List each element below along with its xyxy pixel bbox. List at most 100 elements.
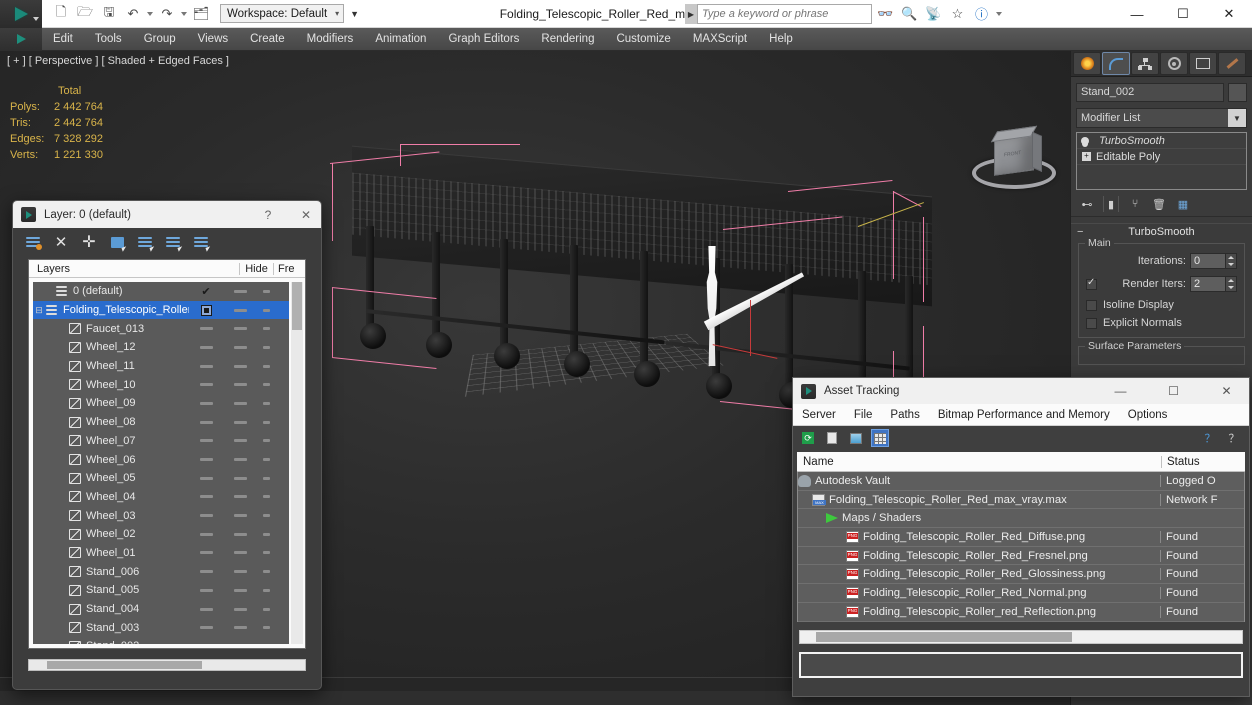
show-end-result-button[interactable]: ▮ <box>1103 196 1119 212</box>
lightbulb-icon[interactable] <box>1081 136 1089 145</box>
layer-row[interactable]: Stand_003 <box>33 618 289 637</box>
object-color-swatch[interactable] <box>1228 83 1247 102</box>
grid-view-button[interactable] <box>871 429 889 447</box>
layer-row[interactable]: Wheel_05 <box>33 469 289 488</box>
explicit-normals-checkbox[interactable] <box>1086 317 1097 329</box>
menu-create[interactable]: Create <box>239 28 296 51</box>
layer-hide-toggle[interactable] <box>189 514 223 518</box>
modifier-stack-item-turbosmooth[interactable]: TurboSmooth <box>1077 133 1246 149</box>
asset-row[interactable]: Folding_Telescopic_Roller_Red_Glossiness… <box>798 565 1244 585</box>
iterations-input[interactable] <box>1190 253 1226 269</box>
layer-hide-toggle[interactable] <box>189 345 223 349</box>
layer-hide-state[interactable] <box>223 607 257 611</box>
layer-row[interactable]: Stand_005 <box>33 581 289 600</box>
layer-freeze-toggle[interactable] <box>257 345 289 349</box>
iterations-spinner-arrows[interactable] <box>1226 253 1237 269</box>
menu-tools[interactable]: Tools <box>84 28 133 51</box>
layer-column-hide[interactable]: Hide <box>239 262 273 275</box>
layer-hide-toggle[interactable] <box>189 439 223 443</box>
app-logo-icon[interactable] <box>0 0 42 28</box>
render-iters-input[interactable] <box>1190 276 1226 292</box>
layer-hide-toggle[interactable] <box>189 420 223 424</box>
asset-column-status[interactable]: Status <box>1161 455 1245 468</box>
asset-row[interactable]: Autodesk Vault Logged O <box>798 472 1244 491</box>
layer-hide-toggle[interactable] <box>189 626 223 630</box>
modifier-stack-item-editable-poly[interactable]: + Editable Poly <box>1077 149 1246 165</box>
layer-row[interactable]: Wheel_04 <box>33 488 289 507</box>
pin-stack-button[interactable]: ⊷ <box>1079 196 1095 212</box>
layer-row[interactable]: Wheel_08 <box>33 413 289 432</box>
isoline-display-row[interactable]: Isoline Display <box>1086 299 1237 311</box>
undo-dropdown-caret-icon[interactable] <box>147 11 153 16</box>
layer-row[interactable]: Wheel_07 <box>33 432 289 451</box>
project-folder-button[interactable]: 🗂 <box>190 3 212 25</box>
app-menu-caret-icon[interactable] <box>33 16 39 21</box>
asset-tracking-minimize-button[interactable]: — <box>1098 378 1143 404</box>
layer-hide-state[interactable] <box>223 383 257 387</box>
view-cube[interactable]: FRONT <box>968 125 1060 201</box>
layer-hide-toggle[interactable] <box>189 327 223 331</box>
view-cube-top-face[interactable] <box>990 125 1038 143</box>
asset-menu-server[interactable]: Server <box>793 404 845 426</box>
layer-row[interactable]: Wheel_11 <box>33 357 289 376</box>
display-tab[interactable] <box>1189 52 1217 75</box>
asset-row[interactable]: Folding_Telescopic_Roller_Red_max_vray.m… <box>798 491 1244 510</box>
menu-maxscript[interactable]: MAXScript <box>682 28 758 51</box>
thumbnail-view-button[interactable] <box>847 429 865 447</box>
layer-row[interactable]: ⊟ Folding_Telescopic_Roller_Red <box>33 300 289 320</box>
layer-freeze-toggle[interactable] <box>257 588 289 592</box>
asset-status-field[interactable] <box>799 652 1243 678</box>
make-unique-button[interactable]: ⑂ <box>1127 196 1143 212</box>
help-dropdown-caret-icon[interactable] <box>996 11 1002 16</box>
layer-dialog-close-button[interactable]: ✕ <box>291 201 321 228</box>
view-cube-body[interactable]: FRONT <box>990 125 1042 176</box>
layer-freeze-toggle[interactable] <box>257 401 289 405</box>
search-dropdown-icon[interactable]: ▶ <box>685 4 697 24</box>
layer-hide-state[interactable] <box>223 570 257 574</box>
remove-modifier-button[interactable]: 🗑 <box>1151 196 1167 212</box>
layer-row[interactable]: Stand_006 <box>33 562 289 581</box>
set-current-layer-button[interactable] <box>193 234 212 252</box>
close-button[interactable]: ✕ <box>1206 0 1252 28</box>
layer-row[interactable]: Faucet_013 <box>33 319 289 338</box>
open-file-button[interactable]: 🗁 <box>74 3 96 25</box>
scrollbar-thumb[interactable] <box>47 661 202 669</box>
layer-hide-toggle[interactable] <box>189 458 223 462</box>
layer-hide-state[interactable] <box>223 439 257 443</box>
layer-row[interactable]: Wheel_01 <box>33 544 289 563</box>
layer-hide-toggle[interactable] <box>189 551 223 555</box>
render-iters-spinner-arrows[interactable] <box>1226 276 1237 292</box>
help-icon[interactable]: ⓘ <box>971 3 992 24</box>
list-view-button[interactable] <box>823 429 841 447</box>
layer-hide-toggle[interactable] <box>189 607 223 611</box>
layer-hide-state[interactable] <box>223 327 257 331</box>
configure-modifier-sets-button[interactable]: ▦ <box>1175 196 1191 212</box>
asset-menu-bitmap-performance[interactable]: Bitmap Performance and Memory <box>929 404 1119 426</box>
asset-column-name[interactable]: Name <box>797 456 1161 468</box>
new-layer-button[interactable] <box>25 234 42 250</box>
scrollbar-thumb[interactable] <box>292 282 302 330</box>
isoline-display-checkbox[interactable] <box>1086 299 1097 311</box>
minimize-button[interactable]: — <box>1114 0 1160 28</box>
asset-row[interactable]: Folding_Telescopic_Roller_Red_Fresnel.pn… <box>798 547 1244 566</box>
plus-box-icon[interactable]: + <box>1082 152 1091 161</box>
help-icon[interactable]: ？ <box>1201 429 1219 447</box>
context-help-icon[interactable]: ？ <box>1225 429 1243 447</box>
select-objects-in-layer-button[interactable] <box>109 234 128 252</box>
layer-row[interactable]: Stand_004 <box>33 600 289 619</box>
create-tab[interactable] <box>1073 52 1101 75</box>
layer-freeze-toggle[interactable] <box>257 551 289 555</box>
layer-freeze-toggle[interactable] <box>257 514 289 518</box>
asset-tracking-close-button[interactable]: ✕ <box>1204 378 1249 404</box>
view-cube-side-face[interactable] <box>1032 131 1042 172</box>
asset-menu-options[interactable]: Options <box>1119 404 1177 426</box>
workspace-dropdown-icon[interactable]: ▼ <box>350 9 359 19</box>
viewport-label[interactable]: [ + ] [ Perspective ] [ Shaded + Edged F… <box>7 55 229 67</box>
asset-list-rows[interactable]: Autodesk Vault Logged O Folding_Telescopic… <box>797 472 1245 622</box>
layer-hide-state[interactable] <box>223 364 257 368</box>
layer-hide-state[interactable] <box>223 458 257 462</box>
layer-freeze-toggle[interactable] <box>257 458 289 462</box>
asset-tracking-maximize-button[interactable]: ☐ <box>1151 378 1196 404</box>
menu-graph-editors[interactable]: Graph Editors <box>437 28 530 51</box>
layer-hide-toggle[interactable] <box>189 588 223 592</box>
